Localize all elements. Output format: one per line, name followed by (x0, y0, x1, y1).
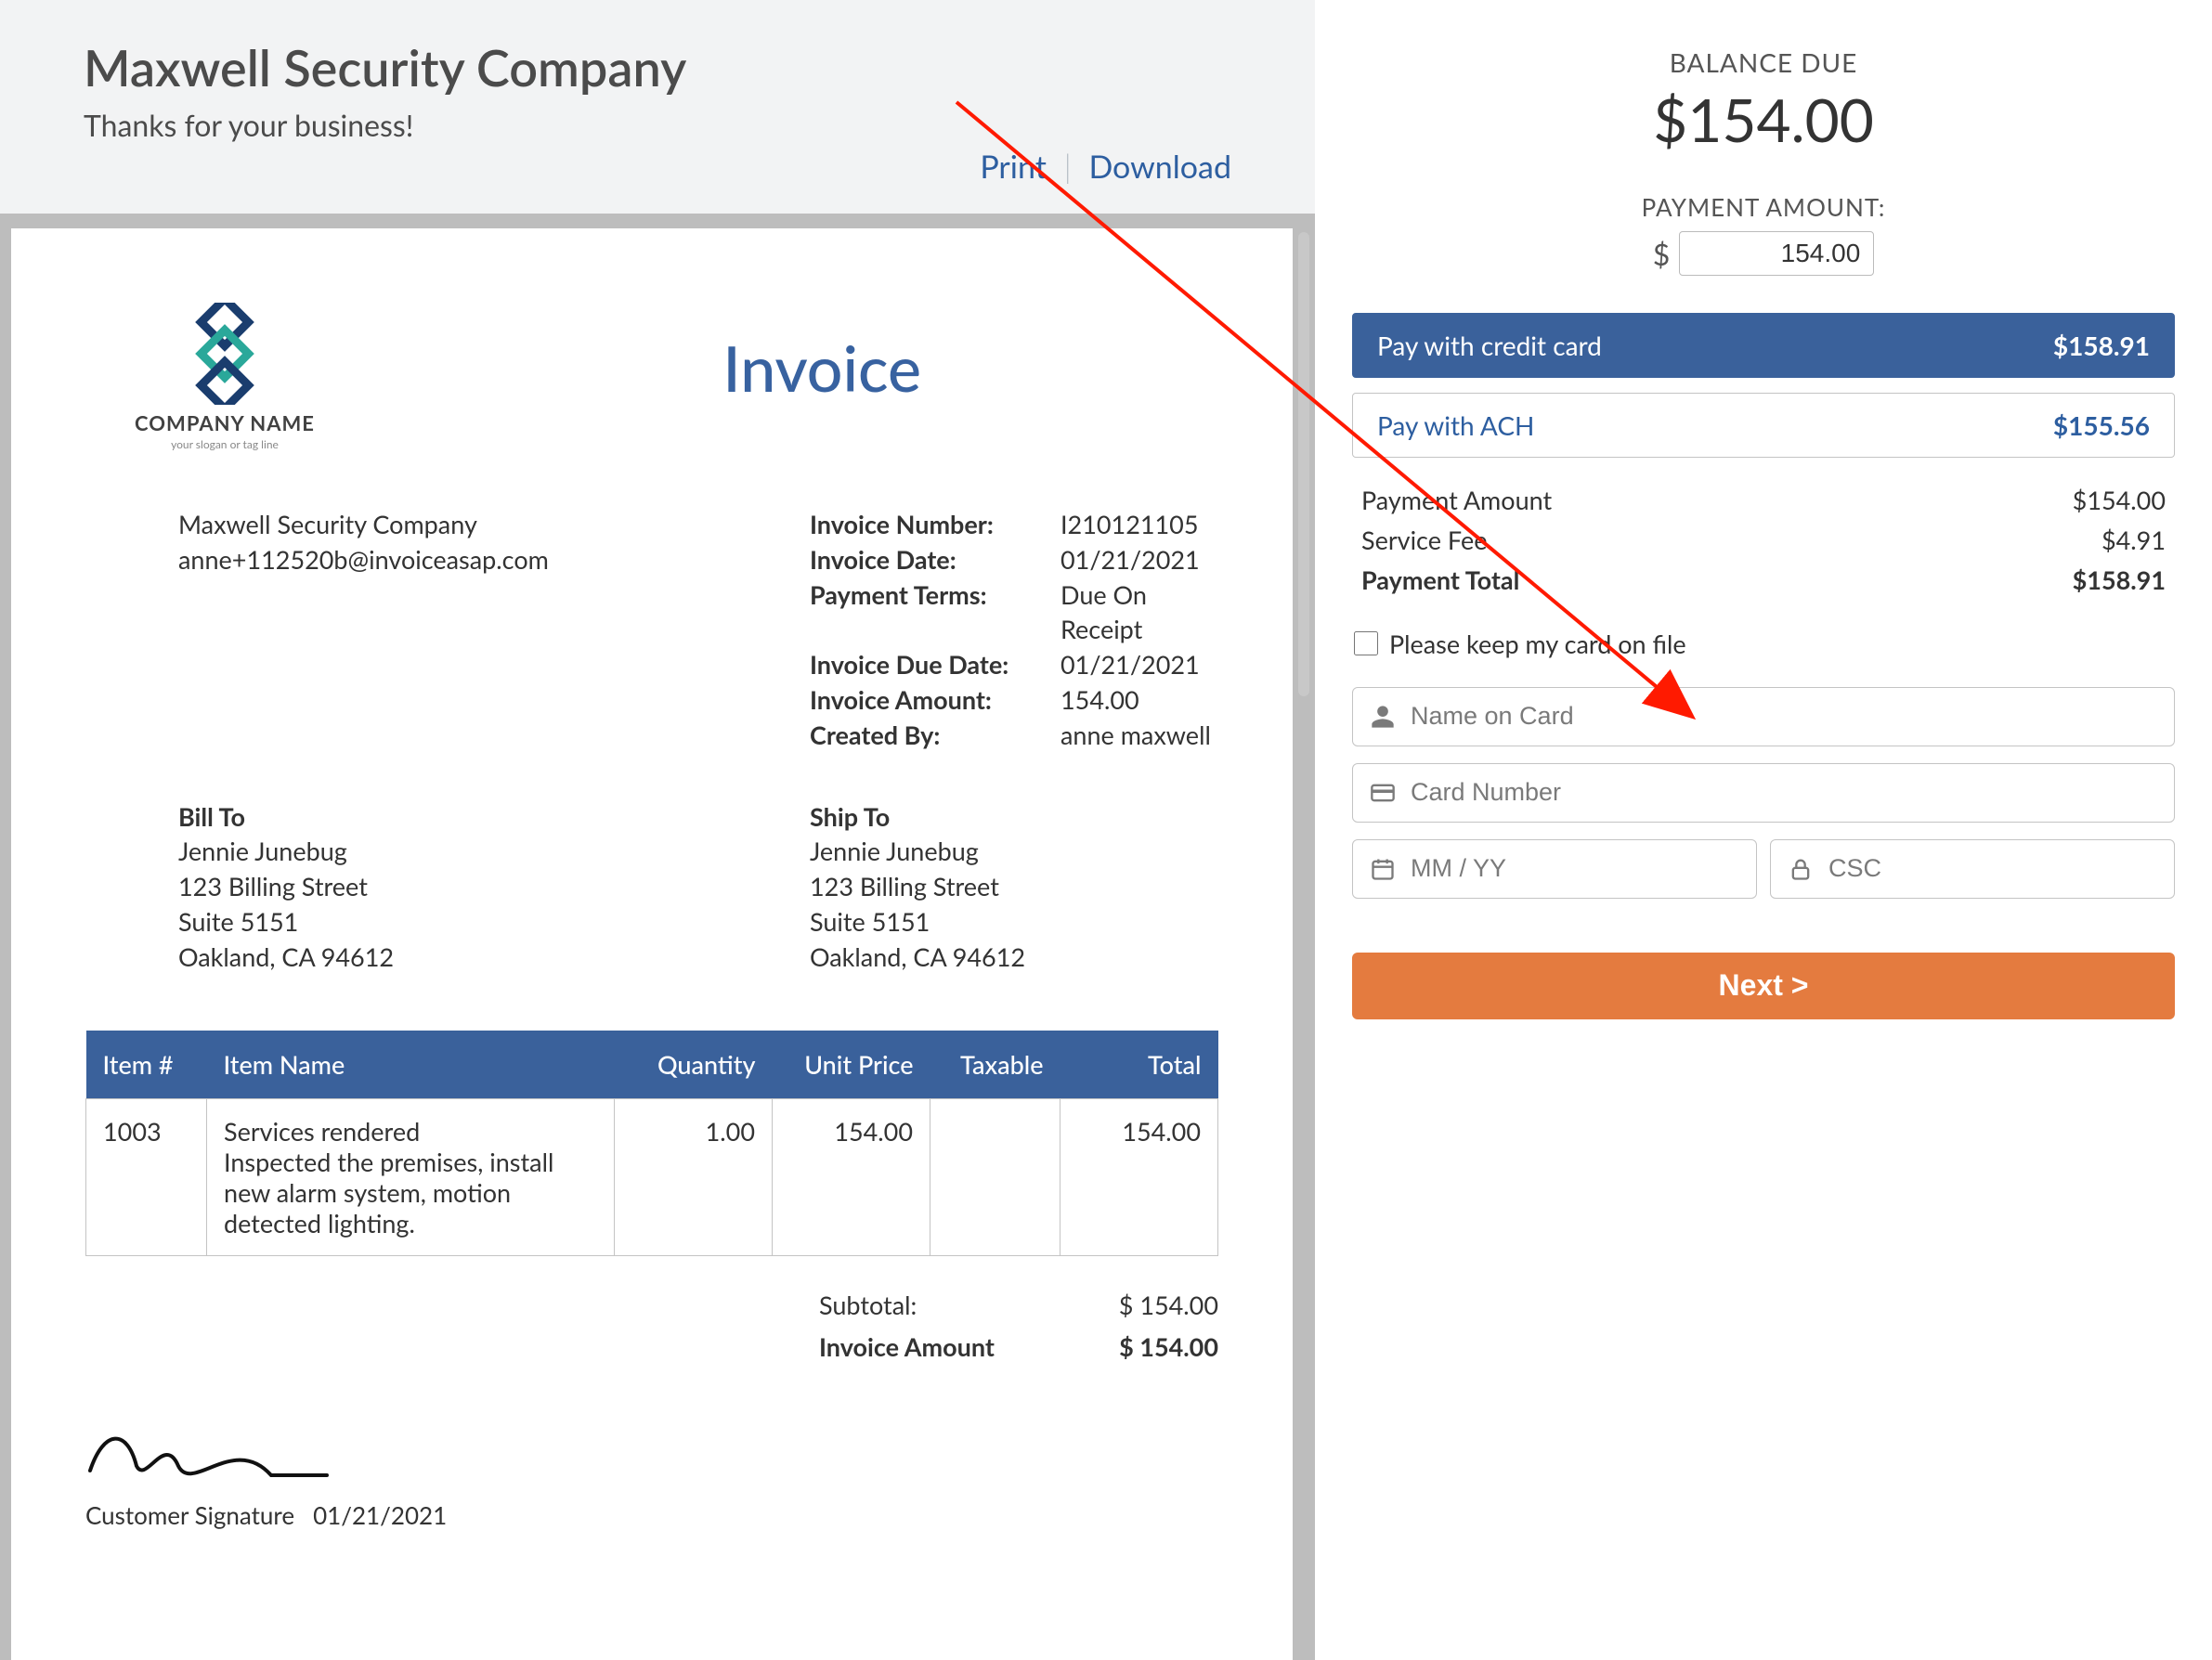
next-button[interactable]: Next > (1352, 953, 2175, 1019)
ship-to-suite: Suite 5151 (810, 904, 1218, 940)
cell-quantity: 1.00 (615, 1098, 773, 1255)
logo-sub: your slogan or tag line (85, 437, 364, 451)
col-total: Total (1060, 1031, 1218, 1099)
logo-icon (150, 303, 299, 405)
payment-amount-input[interactable] (1679, 231, 1874, 276)
download-link[interactable]: Download (1088, 148, 1231, 186)
balance-due-label: BALANCE DUE (1352, 46, 2175, 78)
pay-credit-amount: $158.91 (2053, 330, 2150, 361)
cell-item-name: Services rendered (224, 1116, 597, 1147)
table-row: 1003 Services rendered Inspected the pre… (86, 1098, 1218, 1255)
subtotal-label: Subtotal: (819, 1284, 1051, 1327)
line-items-table: Item # Item Name Quantity Unit Price Tax… (85, 1031, 1218, 1256)
lock-icon (1788, 856, 1814, 882)
cell-total: 154.00 (1060, 1098, 1218, 1255)
card-number-input[interactable] (1411, 778, 2157, 807)
invoice-amount-label: Invoice Amount (819, 1326, 1051, 1368)
from-name: Maxwell Security Company (178, 507, 810, 542)
meta-invoice-date-label: Invoice Date: (810, 542, 1060, 577)
keep-card-label: Please keep my card on file (1389, 629, 1686, 659)
col-item-no: Item # (86, 1031, 207, 1099)
bill-to-label: Bill To (178, 799, 810, 835)
keep-card-row[interactable]: Please keep my card on file (1354, 629, 2173, 659)
csc-field[interactable] (1770, 839, 2175, 899)
dollar-sign: $ (1653, 236, 1671, 272)
pay-credit-label: Pay with credit card (1377, 330, 1602, 361)
name-on-card-input[interactable] (1411, 702, 2157, 731)
bill-to-street: 123 Billing Street (178, 869, 810, 904)
print-link[interactable]: Print (980, 148, 1047, 186)
ship-to-label: Ship To (810, 799, 1218, 835)
keep-card-checkbox[interactable] (1354, 631, 1378, 655)
person-icon (1370, 704, 1396, 730)
fee-payment-total-label: Payment Total (1361, 560, 1519, 600)
invoice-document: COMPANY NAME your slogan or tag line Inv… (11, 228, 1293, 1660)
link-divider: | (1064, 148, 1072, 186)
ship-to-city: Oakland, CA 94612 (810, 940, 1218, 975)
meta-invoice-number: I210121105 (1060, 507, 1218, 542)
scrollbar[interactable] (1298, 232, 1309, 696)
bill-to-name: Jennie Junebug (178, 834, 810, 869)
col-unit-price: Unit Price (773, 1031, 930, 1099)
pay-ach-amount: $155.56 (2053, 409, 2150, 441)
balance-due-amount: $154.00 (1352, 84, 2175, 155)
logo-text: COMPANY NAME (85, 410, 364, 435)
cell-taxable (930, 1098, 1060, 1255)
pay-with-ach[interactable]: Pay with ACH $155.56 (1352, 393, 2175, 458)
fee-payment-amount: $154.00 (2073, 480, 2166, 520)
meta-created-by: anne maxwell (1060, 718, 1218, 753)
signature-label: Customer Signature (85, 1500, 294, 1530)
invoice-amount-value: $ 154.00 (1051, 1326, 1218, 1368)
col-quantity: Quantity (615, 1031, 773, 1099)
cell-unit-price: 154.00 (773, 1098, 930, 1255)
pay-ach-label: Pay with ACH (1377, 409, 1534, 441)
meta-payment-terms-label: Payment Terms: (810, 577, 1060, 648)
payment-panel: BALANCE DUE $154.00 PAYMENT AMOUNT: $ Pa… (1315, 0, 2212, 1660)
payment-amount-label: PAYMENT AMOUNT: (1352, 192, 2175, 222)
expiry-field[interactable] (1352, 839, 1757, 899)
ship-to-name: Jennie Junebug (810, 834, 1218, 869)
from-email: anne+112520b@invoiceasap.com (178, 542, 810, 577)
meta-payment-terms: Due On Receipt (1060, 577, 1218, 648)
ship-to-street: 123 Billing Street (810, 869, 1218, 904)
calendar-icon (1370, 856, 1396, 882)
meta-invoice-date: 01/21/2021 (1060, 542, 1218, 577)
company-title: Maxwell Security Company (84, 37, 1231, 97)
document-title: Invoice (722, 331, 921, 406)
cell-item-desc: Inspected the premises, install new alar… (224, 1147, 597, 1239)
company-logo: COMPANY NAME your slogan or tag line (85, 303, 364, 451)
meta-invoice-amount-label: Invoice Amount: (810, 682, 1060, 718)
fee-service-fee: $4.91 (2101, 520, 2166, 560)
card-number-field[interactable] (1352, 763, 2175, 823)
pay-with-credit-card[interactable]: Pay with credit card $158.91 (1352, 313, 2175, 378)
bill-to-suite: Suite 5151 (178, 904, 810, 940)
meta-invoice-number-label: Invoice Number: (810, 507, 1060, 542)
meta-created-by-label: Created By: (810, 718, 1060, 753)
credit-card-icon (1370, 780, 1396, 806)
col-taxable: Taxable (930, 1031, 1060, 1099)
csc-input[interactable] (1828, 854, 2157, 883)
header-bar: Maxwell Security Company Thanks for your… (0, 0, 1315, 214)
fee-payment-total: $158.91 (2073, 560, 2166, 600)
bill-to-city: Oakland, CA 94612 (178, 940, 810, 975)
meta-invoice-amount: 154.00 (1060, 682, 1218, 718)
thanks-text: Thanks for your business! (84, 107, 1231, 143)
cell-item-no: 1003 (86, 1098, 207, 1255)
fee-service-fee-label: Service Fee (1361, 520, 1488, 560)
signature-icon (85, 1424, 336, 1489)
meta-due-date-label: Invoice Due Date: (810, 647, 1060, 682)
subtotal-value: $ 154.00 (1051, 1284, 1218, 1327)
signature-date: 01/21/2021 (313, 1500, 447, 1530)
expiry-input[interactable] (1411, 854, 1739, 883)
fee-payment-amount-label: Payment Amount (1361, 480, 1552, 520)
col-item-name: Item Name (207, 1031, 615, 1099)
name-on-card-field[interactable] (1352, 687, 2175, 746)
meta-due-date: 01/21/2021 (1060, 647, 1218, 682)
